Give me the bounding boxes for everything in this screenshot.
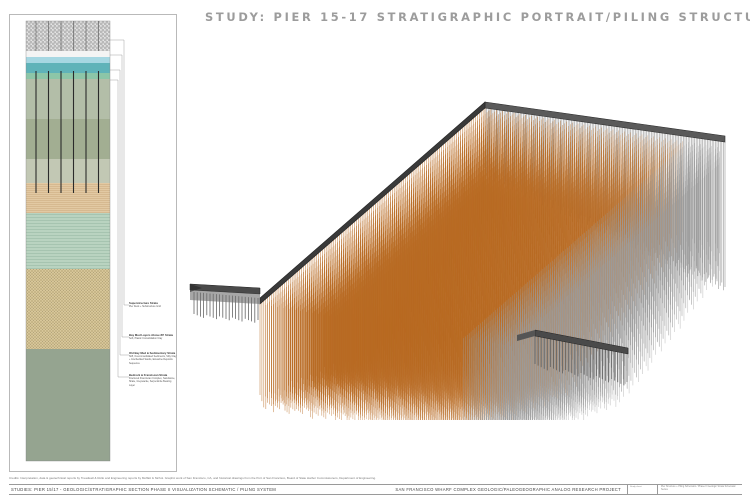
mud-top-strata [26, 73, 110, 79]
callout-superstructure: Superstructure Strata Pier Deck + Substr… [129, 301, 177, 309]
bay-water-strata [26, 63, 110, 73]
bay-mud-lower-strata [26, 119, 110, 159]
pile-field-main [259, 108, 721, 420]
callout-old-bay-mud: Old Bay Mud & Sedimentary Strata Stiff, … [129, 351, 177, 365]
piling-structure-diagram [189, 101, 726, 420]
callout-sub: Pier Deck + Substructure Grid [129, 305, 161, 309]
page-title: STUDY: PIER 15-17 STRATIGRAPHIC PORTRAIT… [205, 10, 750, 24]
credits-caption: Credits: Interpretation, data & geotechn… [9, 476, 376, 480]
deck-strata [26, 21, 110, 51]
callout-sub: Stiff, Overconsolidated Sediments, Silty… [129, 355, 177, 365]
bedrock-strata [26, 349, 110, 461]
bay-mud-strata [26, 79, 110, 119]
callout-leaders [110, 39, 129, 378]
stratigraphic-column-panel: Superstructure Strata Pier Deck + Substr… [9, 14, 177, 472]
callout-sub: Soft, Plastic Consolidation Clay [129, 337, 163, 341]
callout-sub: Fractured Franciscan Complex, Sandstone,… [129, 377, 176, 387]
mint-clay-strata [26, 213, 110, 269]
callout-list: Superstructure Strata Pier Deck + Substr… [129, 15, 179, 473]
callout-bay-mud: Bay Mud Layers Above 80' Strata Soft, Pl… [129, 333, 177, 341]
dense-sand-strata [26, 269, 110, 349]
drawing-sheet: Superstructure Strata Pier Deck + Substr… [0, 0, 750, 500]
water-strata [26, 57, 110, 63]
tan-sediment-strata [26, 183, 110, 213]
sand-strata [26, 159, 110, 183]
callout-bedrock: Bedrock & Franciscan Strata Fractured Fr… [129, 373, 177, 387]
